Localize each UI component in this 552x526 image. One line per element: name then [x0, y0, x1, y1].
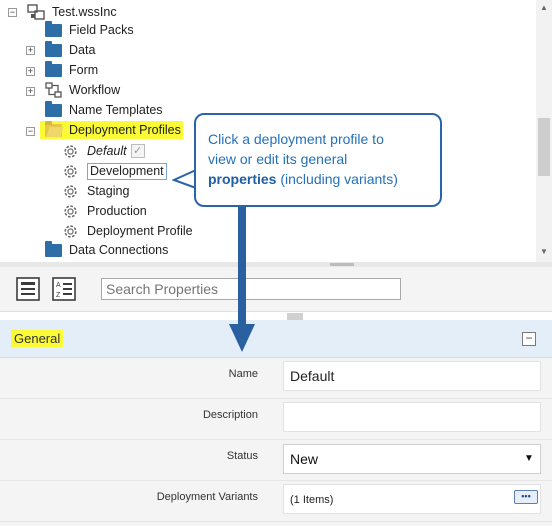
tree-root[interactable]: Test.wssInc	[27, 2, 117, 22]
callout-line-2: view or edit its general	[208, 151, 348, 167]
folder-icon	[45, 40, 62, 57]
collapse-section-button[interactable]: −	[522, 332, 536, 346]
highlight-marker: Deployment Profiles	[40, 120, 183, 139]
gear-icon	[64, 204, 77, 218]
profile-label: Default	[87, 144, 127, 158]
tree-item-data[interactable]: Data	[45, 40, 95, 60]
profile-item-development[interactable]: Development	[62, 161, 167, 181]
status-label: Status	[226, 450, 258, 462]
data-expand-toggle[interactable]: +	[26, 46, 35, 55]
folder-icon	[45, 20, 62, 37]
open-folder-icon	[45, 120, 62, 137]
workflow-icon	[45, 82, 62, 98]
tree-item-name-templates[interactable]: Name Templates	[45, 100, 163, 120]
description-field[interactable]	[283, 402, 541, 432]
alphabetical-view-icon[interactable]: A Z	[52, 277, 77, 302]
pointer-arrow-shaft	[238, 207, 246, 325]
callout-bold-word: properties	[208, 171, 277, 187]
scroll-up-arrow-icon[interactable]: ▲	[539, 3, 549, 13]
row-divider	[0, 398, 552, 399]
tree-item-workflow[interactable]: Workflow	[45, 80, 120, 100]
tree-item-label: Workflow	[69, 83, 121, 97]
tree-item-label: Data Connections	[69, 243, 169, 257]
dropdown-arrow-icon[interactable]: ▼	[524, 453, 534, 464]
project-icon	[27, 4, 45, 20]
status-select[interactable]: New	[283, 444, 541, 474]
name-label: Name	[228, 368, 258, 380]
name-field[interactable]: Default	[283, 361, 541, 391]
scroll-down-arrow-icon[interactable]: ▼	[539, 247, 549, 257]
row-divider	[0, 480, 552, 481]
default-checkmark-icon: ✓	[130, 144, 145, 158]
categorized-view-icon[interactable]	[16, 277, 41, 302]
scroll-thumb[interactable]	[538, 118, 550, 176]
profile-label: Production	[87, 204, 147, 218]
general-section-title: General	[11, 330, 64, 347]
folder-icon	[45, 240, 62, 257]
gear-icon	[64, 164, 77, 178]
profile-item-staging[interactable]: Staging	[62, 181, 129, 201]
tree-item-label: Form	[69, 63, 99, 77]
profile-item-deployment-profile[interactable]: Deployment Profile	[62, 221, 193, 241]
callout-line-1: Click a deployment profile to	[208, 131, 384, 147]
edit-variants-button[interactable]: •••	[514, 490, 538, 504]
tree-item-label: Deployment Profiles	[69, 123, 181, 137]
splitter-grip[interactable]	[330, 263, 354, 266]
tree-item-field-packs[interactable]: Field Packs	[45, 20, 134, 40]
search-properties-input[interactable]	[101, 278, 401, 300]
tree-item-label: Data	[69, 43, 96, 57]
profile-label: Staging	[87, 184, 130, 198]
tree-item-deployment-profiles[interactable]: Deployment Profiles	[40, 120, 183, 140]
pointer-arrow-head-icon	[229, 324, 255, 352]
folder-icon	[45, 100, 62, 117]
toolbar-grip[interactable]	[287, 313, 303, 320]
row-divider	[0, 439, 552, 440]
general-section-header[interactable]	[0, 320, 552, 358]
tree-item-label: Field Packs	[69, 23, 134, 37]
instruction-callout: Click a deployment profile to view or ed…	[194, 113, 442, 207]
callout-line-3: properties (including variants)	[208, 169, 428, 189]
description-label: Description	[202, 409, 258, 421]
deployment-variants-field[interactable]: (1 Items)	[283, 484, 541, 514]
svg-text:A: A	[56, 282, 61, 289]
tree-scrollbar[interactable]: ▲ ▼	[536, 0, 552, 262]
deployment-variants-value: (1 Items)	[290, 494, 334, 506]
callout-line-3-rest: (including variants)	[276, 171, 398, 187]
tree-root-label: Test.wssInc	[52, 5, 117, 19]
tree-item-form[interactable]: Form	[45, 60, 98, 80]
deployment-variants-label: Deployment Variants	[156, 491, 258, 503]
profile-label: Development	[87, 162, 167, 180]
profile-item-default[interactable]: Default ✓	[62, 141, 145, 161]
profile-label: Deployment Profile	[87, 224, 193, 238]
form-expand-toggle[interactable]: +	[26, 67, 35, 76]
tree-item-label: Name Templates	[69, 103, 163, 117]
row-divider	[0, 521, 552, 522]
gear-icon	[64, 184, 77, 198]
gear-icon	[64, 224, 77, 238]
deployment-profiles-collapse-toggle[interactable]: −	[26, 127, 35, 136]
root-collapse-toggle[interactable]: −	[8, 8, 17, 17]
workflow-expand-toggle[interactable]: +	[26, 87, 35, 96]
gear-icon	[64, 144, 77, 158]
tree-item-data-connections[interactable]: Data Connections	[45, 240, 168, 260]
svg-text:Z: Z	[56, 292, 61, 299]
profile-item-production[interactable]: Production	[62, 201, 147, 221]
folder-icon	[45, 60, 62, 77]
